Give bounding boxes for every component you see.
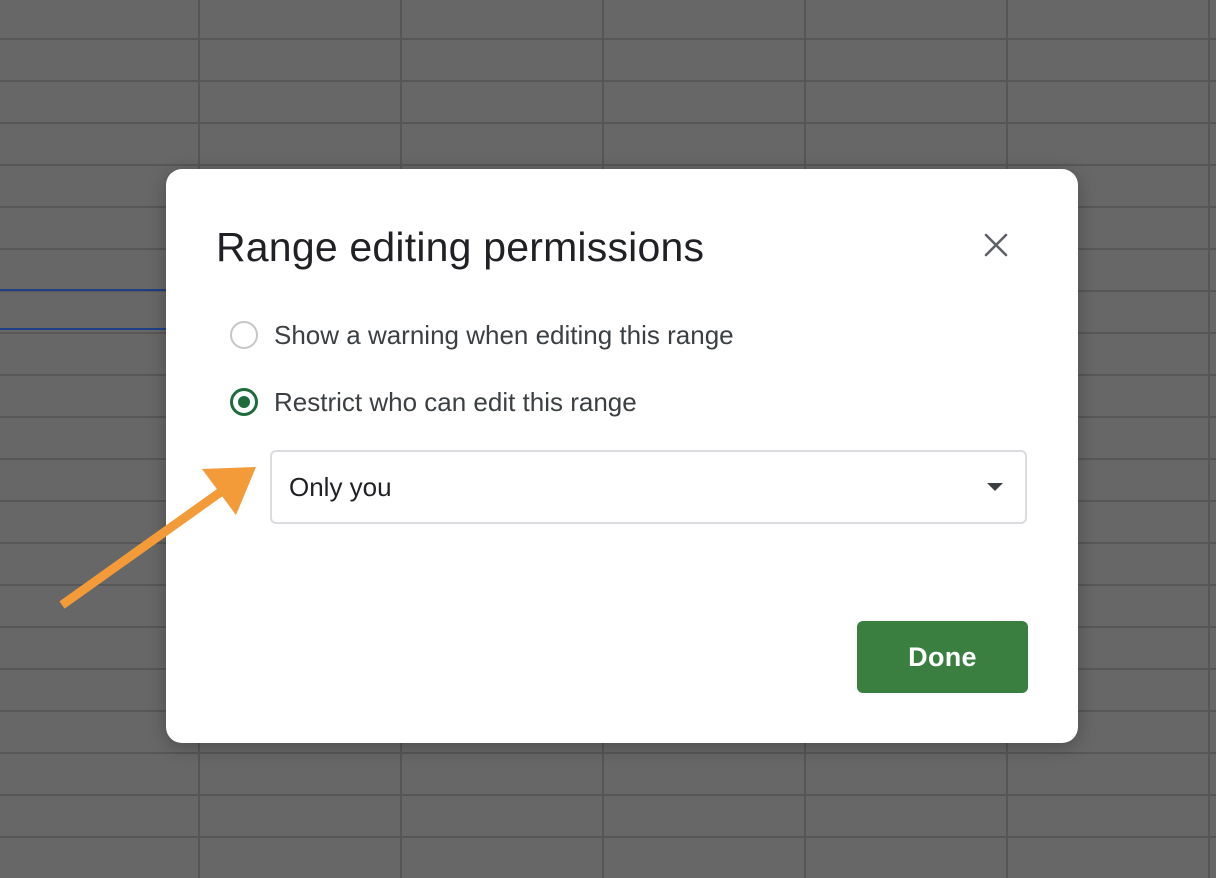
dialog-title: Range editing permissions bbox=[216, 224, 705, 270]
radio-restrict-editors[interactable] bbox=[230, 388, 258, 416]
close-button[interactable] bbox=[976, 225, 1016, 265]
option-show-warning[interactable]: Show a warning when editing this range bbox=[230, 318, 734, 352]
radio-show-warning[interactable] bbox=[230, 321, 258, 349]
screen: Range editing permissions Show a warning… bbox=[0, 0, 1216, 878]
option-show-warning-label: Show a warning when editing this range bbox=[274, 320, 734, 350]
option-restrict-editors-label: Restrict who can edit this range bbox=[274, 387, 637, 417]
selected-range-highlight bbox=[0, 289, 172, 330]
close-icon bbox=[984, 233, 1008, 257]
editor-select-dropdown[interactable]: Only you bbox=[270, 450, 1027, 524]
done-button[interactable]: Done bbox=[857, 621, 1028, 693]
option-restrict-editors[interactable]: Restrict who can edit this range bbox=[230, 385, 637, 419]
editor-select-value: Only you bbox=[289, 471, 392, 502]
range-permissions-dialog: Range editing permissions Show a warning… bbox=[166, 169, 1078, 743]
dropdown-caret-icon bbox=[987, 483, 1003, 491]
